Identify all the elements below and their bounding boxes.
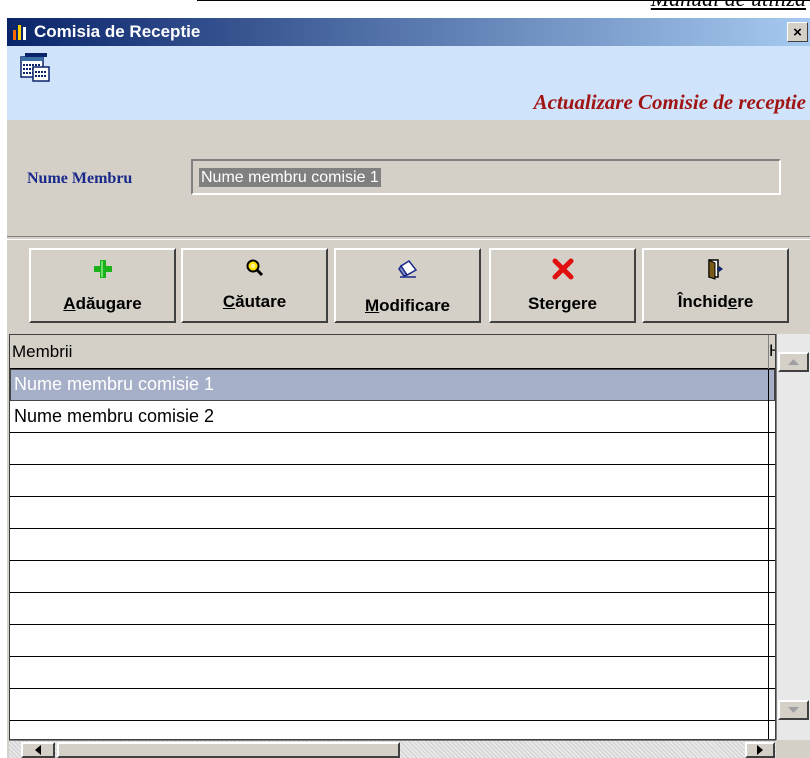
arrow-down-icon (788, 707, 799, 713)
table-row-empty[interactable] (10, 721, 775, 739)
members-grid[interactable]: Membrii H Nume membru comisie 1 Nume mem… (9, 334, 776, 740)
add-button-label: Adăugare (63, 294, 142, 313)
arrow-right-icon (757, 745, 763, 755)
search-button[interactable]: Căutare (181, 248, 328, 323)
document-header-text: Manual de utiliza (651, 0, 806, 12)
arrow-left-icon (35, 745, 41, 755)
search-button-label: Căutare (222, 292, 287, 311)
close-button-label: Închidere (677, 292, 754, 311)
scroll-left-button[interactable] (21, 742, 55, 758)
add-button[interactable]: Adăugare (29, 248, 176, 323)
app-bars-icon (13, 25, 26, 40)
title-bar[interactable]: Comisia de Receptie × (7, 18, 810, 46)
delete-button-label: Stergere (528, 294, 597, 313)
table-row-empty[interactable] (10, 433, 775, 465)
member-name-input[interactable]: Nume membru comisie 1 (191, 159, 781, 195)
table-row-empty[interactable] (10, 529, 775, 561)
scroll-right-button[interactable] (745, 742, 775, 758)
table-row-empty[interactable] (10, 465, 775, 497)
form-grid-icon (20, 53, 50, 82)
section-divider (7, 236, 810, 240)
header-banner: Actualizare Comisie de receptie (7, 46, 810, 120)
delete-button[interactable]: Stergere (489, 248, 636, 323)
table-row-empty[interactable] (10, 657, 775, 689)
scroll-down-button[interactable] (778, 700, 809, 720)
banner-title: Actualizare Comisie de receptie (533, 90, 806, 114)
arrow-up-icon (788, 359, 799, 365)
close-button[interactable]: Închidere (642, 248, 789, 323)
magnifier-icon (246, 259, 263, 277)
window-close-button[interactable]: × (787, 22, 808, 42)
scrollbar-corner (776, 740, 810, 758)
table-row-empty[interactable] (10, 625, 775, 657)
column-divider (768, 369, 769, 739)
table-row-empty[interactable] (10, 689, 775, 721)
document-header: Manual de utiliza (197, 0, 810, 13)
table-row[interactable]: Nume membru comisie 2 (10, 401, 775, 433)
grid-header: Membrii H (10, 335, 775, 369)
table-row-empty[interactable] (10, 497, 775, 529)
window-title: Comisia de Receptie (34, 22, 201, 41)
green-plus-icon (93, 260, 112, 278)
horizontal-scrollbar[interactable] (9, 740, 776, 758)
scroll-up-button[interactable] (778, 352, 809, 372)
modify-button-label: Modificare (364, 296, 451, 315)
member-cell: Nume membru comisie 1 (14, 374, 215, 394)
dialog-window: Comisia de Receptie × Actualizare Comisi… (7, 18, 810, 758)
member-cell: Nume membru comisie 2 (14, 406, 215, 426)
column-header-second[interactable]: H (768, 335, 775, 369)
table-row-selected[interactable]: Nume membru comisie 1 (10, 369, 775, 401)
horizontal-scroll-thumb[interactable] (57, 742, 400, 758)
member-name-value: Nume membru comisie 1 (199, 168, 381, 187)
eraser-icon (397, 260, 417, 278)
vertical-scrollbar[interactable] (776, 334, 810, 740)
table-row-empty[interactable] (10, 561, 775, 593)
exit-door-icon (707, 259, 723, 280)
table-row-empty[interactable] (10, 593, 775, 625)
red-x-icon (552, 258, 573, 280)
member-name-label: Nume Membru (27, 170, 133, 187)
modify-button[interactable]: Modificare (334, 248, 481, 323)
column-header-members[interactable]: Membrii (12, 342, 72, 362)
